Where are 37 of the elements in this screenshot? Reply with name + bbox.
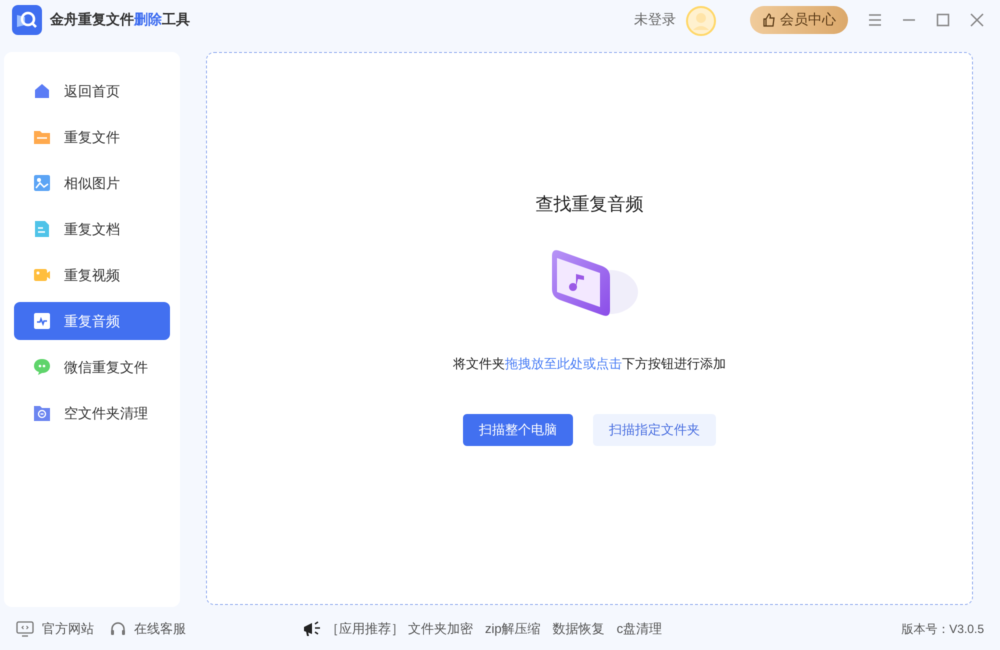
sidebar-item[interactable]: 返回首页 xyxy=(14,72,170,110)
app-title: 金舟重复文件删除工具 xyxy=(50,10,190,30)
waveform-icon xyxy=(32,311,52,332)
document-icon xyxy=(32,219,52,240)
promo-link[interactable]: 文件夹加密 xyxy=(408,618,473,638)
vip-center-button[interactable]: 会员中心 xyxy=(750,6,848,34)
scan-computer-button[interactable]: 扫描整个电脑 xyxy=(463,414,573,446)
megaphone-icon xyxy=(302,620,322,638)
sidebar-item[interactable]: 重复视频 xyxy=(14,256,170,294)
promo-link[interactable]: zip解压缩 xyxy=(485,618,541,638)
thumbs-up-icon xyxy=(762,12,776,27)
picture-icon xyxy=(32,173,52,194)
headset-icon xyxy=(110,620,126,637)
sidebar-item[interactable]: 重复音频 xyxy=(14,302,170,340)
app-logo-icon xyxy=(12,4,42,35)
maximize-icon[interactable] xyxy=(936,12,950,27)
sidebar-item[interactable]: 重复文档 xyxy=(14,210,170,248)
website-link[interactable]: 官方网站 xyxy=(42,618,94,638)
drop-hint-text: 将文件夹拖拽放至此处或点击下方按钮进行添加 xyxy=(453,355,726,374)
folder-icon xyxy=(32,403,52,424)
sidebar-item[interactable]: 空文件夹清理 xyxy=(14,394,170,432)
promo-label: ［应用推荐］ xyxy=(326,620,404,638)
version-label: 版本号：V3.0.5 xyxy=(901,620,984,638)
menu-icon[interactable] xyxy=(868,12,882,27)
monitor-icon xyxy=(16,620,34,637)
chat-bubble-icon xyxy=(32,357,52,378)
sidebar-item[interactable]: 重复文件 xyxy=(14,118,170,156)
promo-link[interactable]: 数据恢复 xyxy=(552,618,605,638)
login-status[interactable]: 未登录 xyxy=(634,9,676,30)
close-icon[interactable] xyxy=(970,12,984,27)
drop-zone[interactable]: 查找重复音频 将文件夹拖拽放至此处或点击下方按钮进行添加 扫描整个电脑 扫描指定文件夹 xyxy=(206,52,973,606)
sidebar-item[interactable]: 微信重复文件 xyxy=(14,348,170,386)
support-link[interactable]: 在线客服 xyxy=(134,618,186,638)
promo-link[interactable]: c盘清理 xyxy=(616,618,662,638)
sidebar-item[interactable]: 相似图片 xyxy=(14,164,170,202)
section-heading: 查找重复音频 xyxy=(536,193,644,216)
scan-folder-button[interactable]: 扫描指定文件夹 xyxy=(593,414,716,446)
